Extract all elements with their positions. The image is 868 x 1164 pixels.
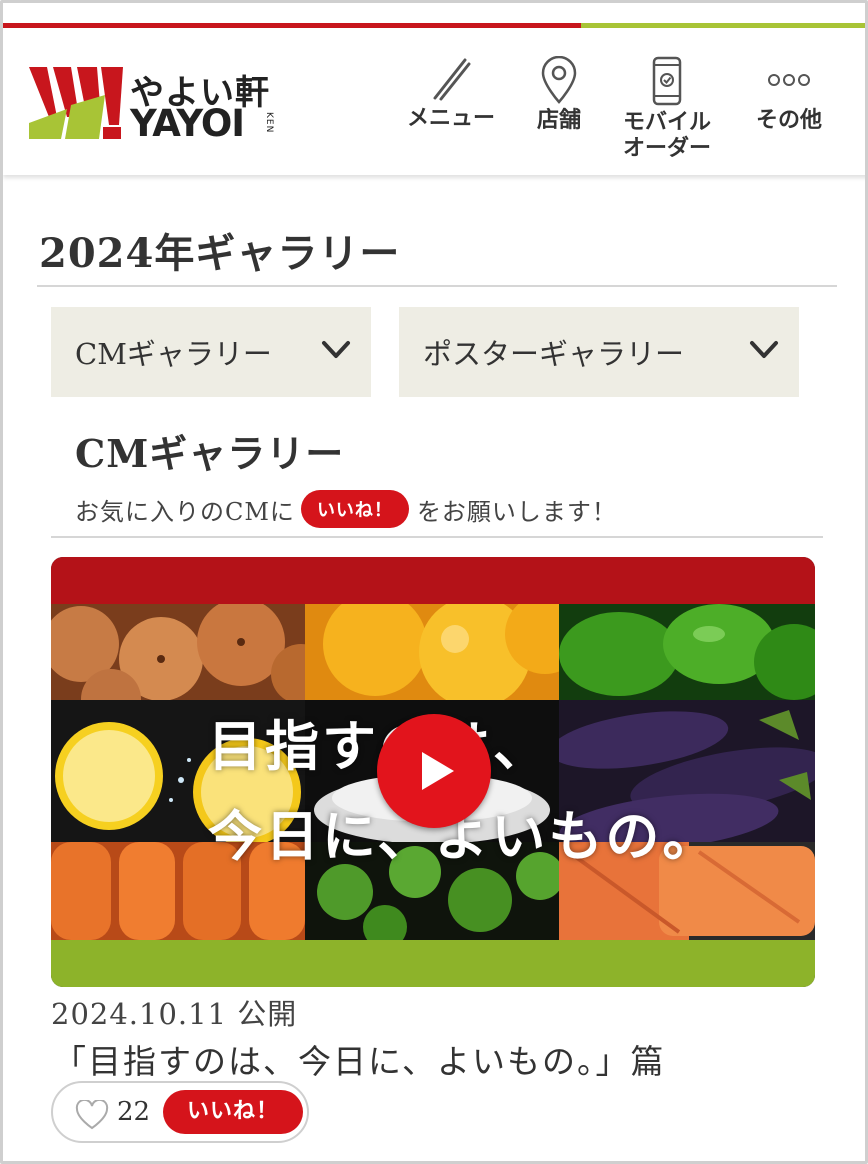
poster-gallery-dropdown[interactable]: ポスターギャラリー: [399, 307, 799, 397]
cm-gallery-dropdown-label: CMギャラリー: [75, 337, 272, 371]
thumbnail-top-band: [51, 557, 815, 604]
site-header: やよい軒 YAYOI KEN メニュー 店舗 モバイル オーダー その他: [3, 28, 865, 175]
logo-text-ken: KEN: [264, 112, 274, 134]
nav-other-label: その他: [755, 108, 822, 133]
nav-menu-label: メニュー: [406, 106, 495, 131]
green-pepper-image: [559, 604, 815, 700]
play-button[interactable]: [377, 714, 491, 828]
chopsticks-icon: [433, 58, 471, 101]
section-desc-after: をお願いします！: [416, 497, 617, 526]
section-desc-before: お気に入りのCMに: [75, 497, 295, 526]
nav-mobile-label-1: モバイル: [622, 110, 711, 135]
cm-gallery-dropdown[interactable]: CMギャラリー: [51, 307, 371, 397]
logo-mark-icon: [29, 67, 123, 139]
nav-menu[interactable]: メニュー: [405, 56, 497, 132]
poster-gallery-dropdown-label: ポスターギャラリー: [423, 337, 685, 371]
video-publish-date: 2024.10.11 公開: [51, 997, 298, 1031]
thumbnail-bottom-band: [51, 940, 815, 987]
onion-image: [51, 604, 305, 700]
title-divider: [37, 285, 837, 287]
nav-mobile-order[interactable]: モバイル オーダー: [615, 56, 719, 162]
section-divider: [51, 536, 823, 538]
more-dots-icon: [768, 74, 810, 86]
heart-outline-icon: [75, 1100, 109, 1130]
nav-mobile-label-2: オーダー: [622, 136, 711, 161]
like-button[interactable]: いいね！: [163, 1090, 303, 1134]
section-title: CMギャラリー: [75, 431, 345, 476]
chevron-down-icon: [322, 341, 350, 358]
like-widget: 22 いいね！: [51, 1081, 309, 1143]
cm-video-thumbnail[interactable]: 目指すのは、 今日に、よいもの。: [51, 557, 815, 987]
like-badge-inline: いいね！: [300, 490, 409, 528]
nav-other[interactable]: その他: [747, 56, 831, 134]
play-icon: [422, 752, 454, 790]
yayoiken-logo[interactable]: やよい軒 YAYOI KEN: [27, 65, 287, 145]
yellow-tomato-image: [305, 604, 559, 700]
location-pin-icon: [541, 56, 577, 104]
like-count: 22: [117, 1097, 151, 1127]
logo-text-en: YAYOI: [130, 102, 245, 145]
section-description: お気に入りのCMに いいね！ をお願いします！: [75, 489, 617, 529]
nav-store-label: 店舗: [536, 108, 581, 133]
video-title: 「目指すのは、今日に、よいもの。」篇: [53, 1042, 666, 1081]
chevron-down-icon: [750, 341, 778, 358]
page-title: 2024年ギャラリー: [39, 230, 401, 277]
smartphone-icon: [652, 56, 682, 106]
page-frame: やよい軒 YAYOI KEN メニュー 店舗 モバイル オーダー その他 202…: [0, 0, 868, 1164]
nav-store[interactable]: 店舗: [527, 56, 591, 134]
